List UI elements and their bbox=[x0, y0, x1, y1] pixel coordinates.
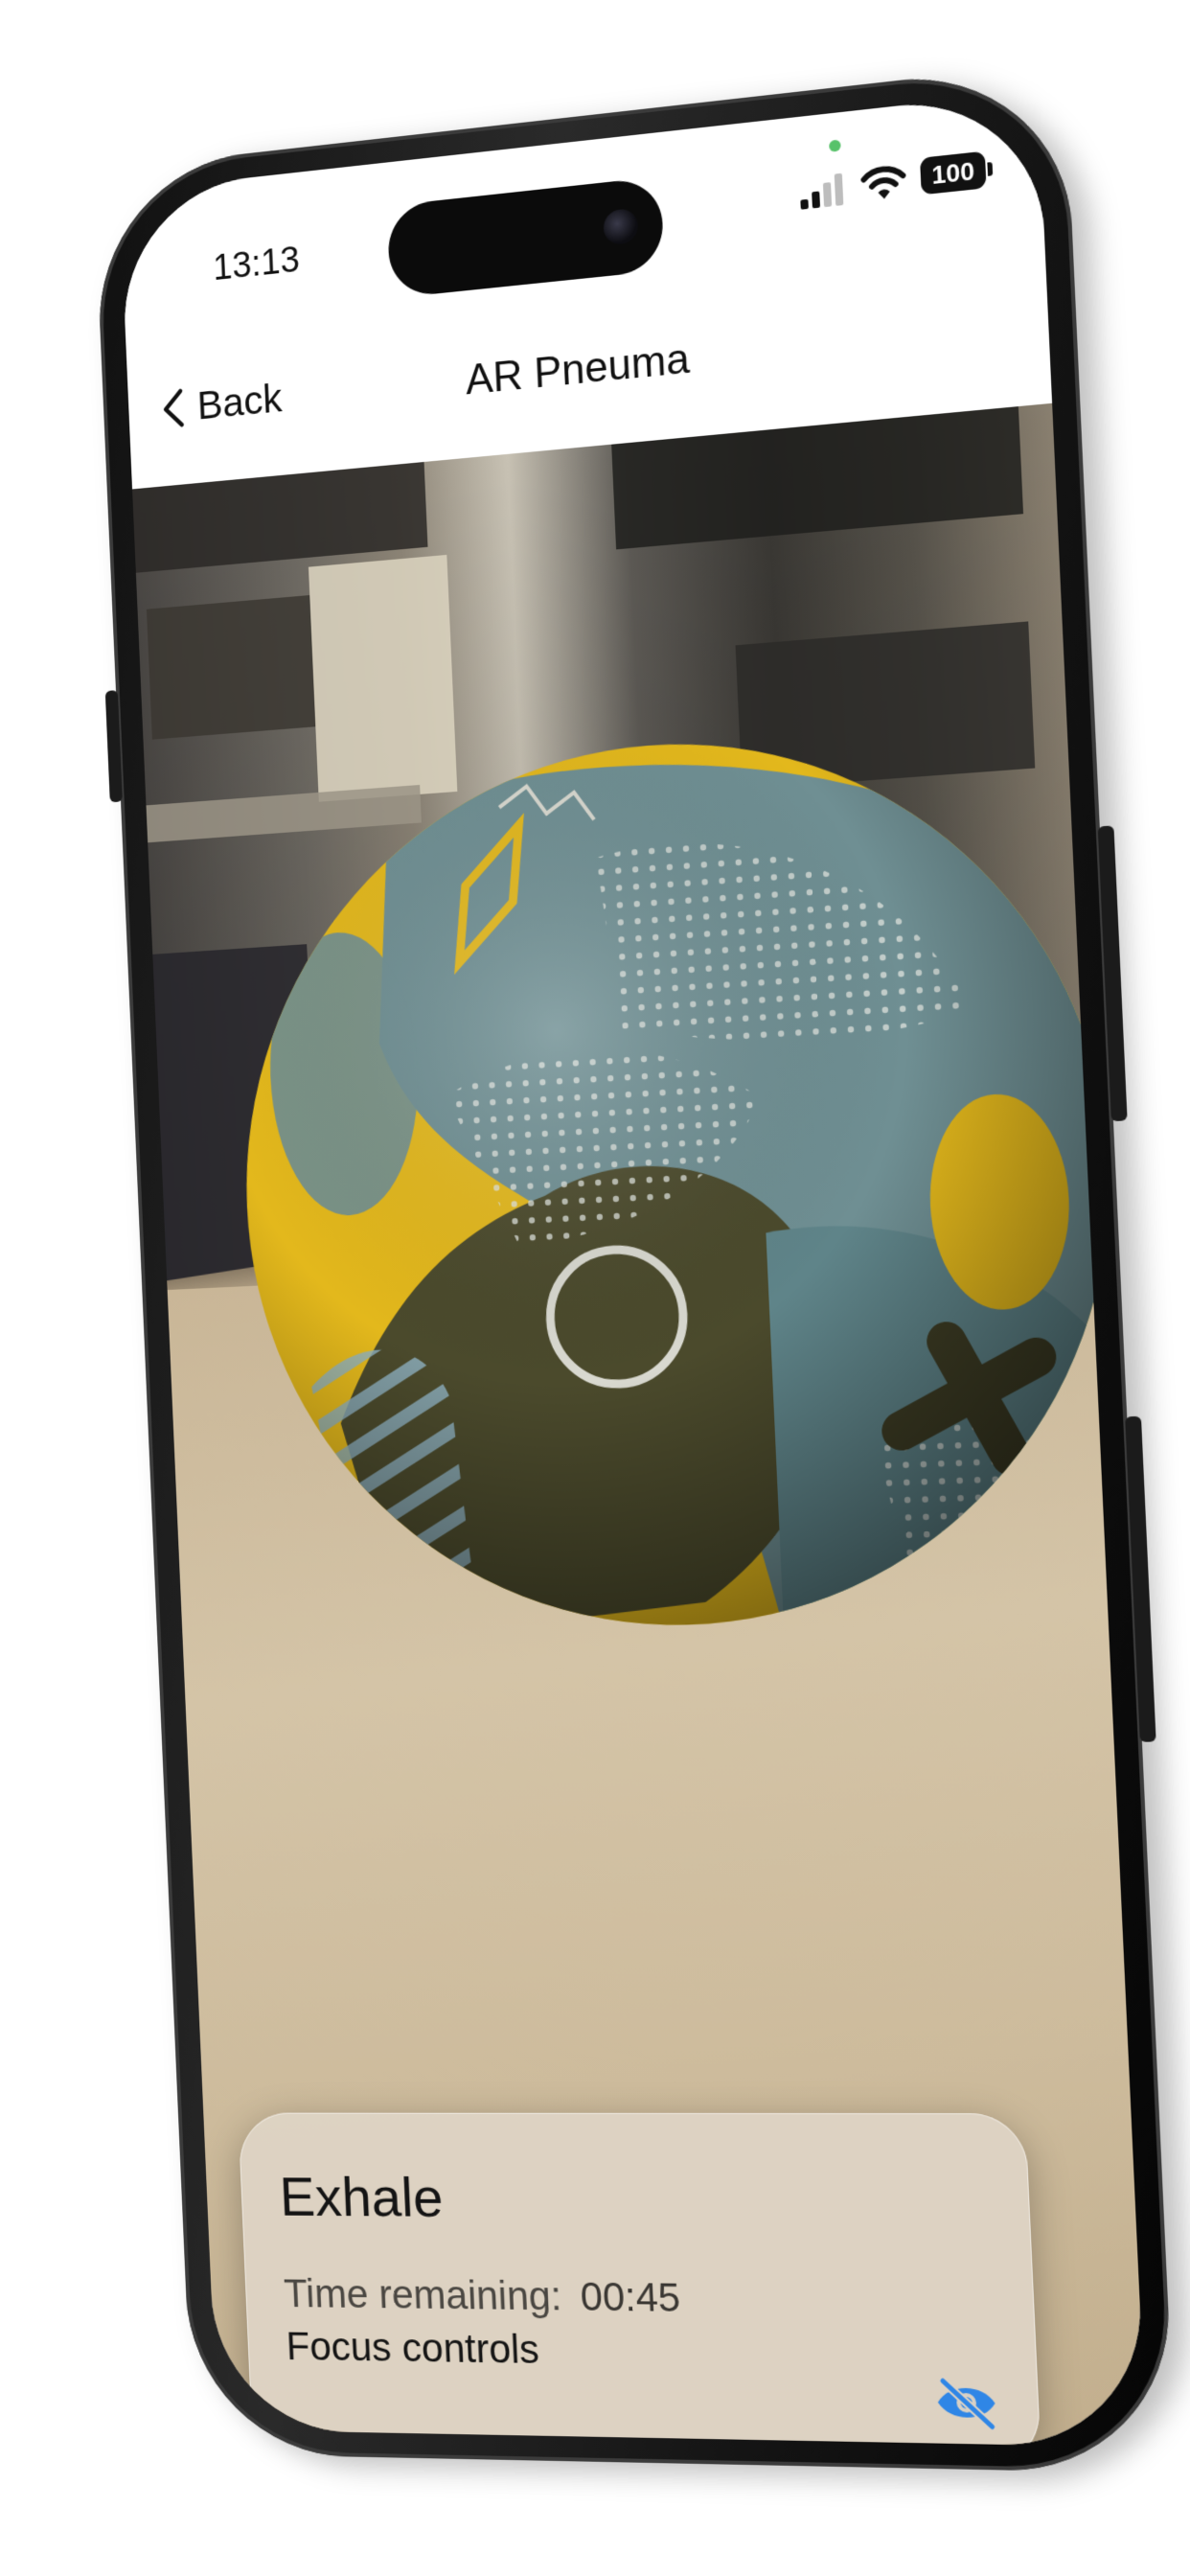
time-remaining-value: 00:45 bbox=[579, 2273, 682, 2320]
exercise-title: Exhale bbox=[278, 2166, 445, 2229]
ar-camera-view[interactable]: Exhale Time remaining: 00:45 Focus contr… bbox=[131, 383, 1147, 2448]
phone-screen: Exhale Time remaining: 00:45 Focus contr… bbox=[119, 90, 1147, 2448]
phone-frame: Exhale Time remaining: 00:45 Focus contr… bbox=[93, 61, 1177, 2474]
eye-slash-icon[interactable] bbox=[932, 2375, 999, 2430]
time-remaining-label: Time remaining: bbox=[283, 2270, 563, 2319]
action-button bbox=[104, 690, 123, 803]
wifi-icon bbox=[859, 161, 908, 200]
status-time: 13:13 bbox=[212, 240, 301, 288]
cellular-signal-icon bbox=[799, 172, 845, 210]
exercise-card: Exhale Time remaining: 00:45 Focus contr… bbox=[238, 2112, 1042, 2448]
side-button bbox=[1125, 1415, 1156, 1742]
battery-icon: 100 bbox=[920, 150, 987, 196]
mockup-stage: Exhale Time remaining: 00:45 Focus contr… bbox=[0, 0, 1190, 2576]
time-remaining-row: Time remaining: 00:45 bbox=[283, 2271, 681, 2321]
battery-cap bbox=[987, 162, 994, 176]
privacy-indicator-icon bbox=[829, 139, 841, 152]
volume-button bbox=[1097, 825, 1128, 1122]
dynamic-island bbox=[386, 176, 665, 299]
shelf bbox=[146, 595, 316, 740]
ar-sphere[interactable] bbox=[220, 704, 1138, 1644]
front-camera bbox=[603, 207, 639, 246]
focus-controls-label: Focus controls bbox=[285, 2323, 540, 2372]
